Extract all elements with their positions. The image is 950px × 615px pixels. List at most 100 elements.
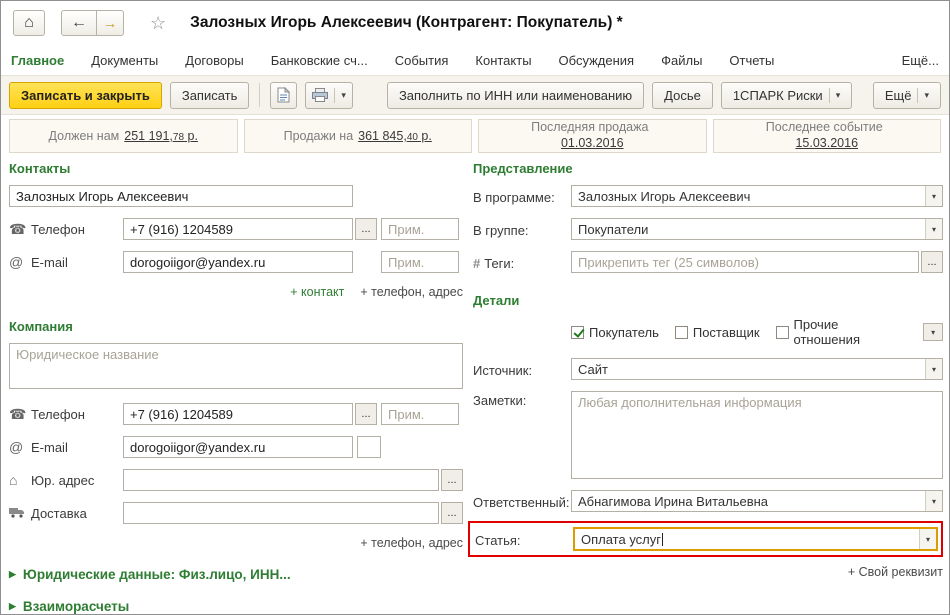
chevron-down-icon[interactable]: ▾ [836, 90, 841, 101]
contact-name-input[interactable] [9, 185, 353, 207]
responsible-combo[interactable]: Абнагимова Ирина Витальевна ▾ [571, 490, 943, 512]
spark-risks-button[interactable]: 1СПАРК Риски ▾ [720, 81, 853, 109]
article-value: Оплата услуг [581, 531, 664, 547]
other-relations-checkbox[interactable]: Прочие отношения [775, 317, 908, 347]
chevron-down-icon[interactable]: ▾ [341, 90, 346, 101]
source-combo[interactable]: Сайт ▾ [571, 358, 943, 380]
house-icon: ⌂ [9, 472, 18, 488]
details-section-header: Детали [473, 293, 520, 308]
add-contact-link[interactable]: + контакт [290, 285, 344, 299]
supplier-checkbox-box[interactable] [674, 325, 688, 339]
create-document-button[interactable] [270, 81, 298, 109]
other-relations-checkbox-box[interactable] [775, 325, 789, 339]
article-row: Статья: Оплата услуг ▾ [475, 527, 938, 551]
favorite-star-button[interactable]: ☆ [144, 12, 172, 35]
tab-main[interactable]: Главное [11, 53, 64, 68]
supplier-checkbox[interactable]: Поставщик [674, 325, 760, 340]
delivery-ellipsis-button[interactable]: ... [441, 502, 463, 524]
add-custom-attribute-link[interactable]: + Свой реквизит [473, 565, 943, 579]
legal-address-input[interactable] [123, 469, 439, 491]
chevron-down-icon[interactable]: ▾ [925, 186, 942, 206]
legal-data-expander-label: Юридические данные: Физ.лицо, ИНН... [22, 567, 291, 582]
more-button[interactable]: Ещё ▾ [872, 81, 941, 109]
in-program-row: В программе: Залозных Игорь Алексеевич ▾ [473, 185, 943, 207]
summary-sales: Продажи на 361 845,40 р. [243, 119, 472, 153]
save-button[interactable]: Записать [169, 81, 250, 109]
print-button[interactable]: ▾ [305, 81, 353, 109]
notes-row: Заметки: [473, 391, 943, 479]
contact-email-input[interactable] [123, 251, 353, 273]
article-combo[interactable]: Оплата услуг ▾ [573, 527, 938, 551]
delivery-input[interactable] [123, 502, 439, 524]
legal-address-ellipsis-button[interactable]: ... [441, 469, 463, 491]
in-program-combo[interactable]: Залозных Игорь Алексеевич ▾ [571, 185, 943, 207]
tab-bar: Главное Документы Договоры Банковские сч… [1, 45, 949, 75]
in-group-value: Покупатели [578, 221, 649, 237]
tab-discussions[interactable]: Обсуждения [559, 53, 635, 68]
contact-email-note-input[interactable] [381, 251, 459, 273]
company-email-label: E-mail [31, 439, 68, 455]
summary-sales-link[interactable]: 361 845,40 р. [358, 129, 432, 143]
company-email-input[interactable] [123, 436, 353, 458]
tab-files[interactable]: Файлы [661, 53, 702, 68]
save-and-close-button[interactable]: Записать и закрыть [9, 81, 162, 109]
tags-input[interactable] [571, 251, 919, 273]
chevron-down-icon[interactable]: ▾ [925, 359, 942, 379]
tab-events[interactable]: События [395, 53, 449, 68]
source-label: Источник: [473, 362, 533, 378]
legal-data-expander[interactable]: ▶ Юридические данные: Физ.лицо, ИНН... [9, 567, 463, 582]
toolbar: Записать и закрыть Записать ▾ Заполнить … [1, 75, 949, 115]
tab-documents[interactable]: Документы [91, 53, 158, 68]
fill-by-inn-button[interactable]: Заполнить по ИНН или наименованию [386, 81, 645, 109]
company-phone-label: Телефон [31, 406, 85, 422]
chevron-down-icon[interactable]: ▾ [919, 529, 936, 549]
tags-ellipsis-button[interactable]: ... [921, 251, 943, 273]
back-arrow-icon: ← [71, 14, 87, 31]
phone-icon: ☎ [9, 405, 27, 422]
summary-last-sale: Последняя продажа 01.03.2016 [478, 119, 707, 153]
tab-contacts[interactable]: Контакты [475, 53, 531, 68]
tab-reports[interactable]: Отчеты [729, 53, 774, 68]
tab-contracts[interactable]: Договоры [185, 53, 243, 68]
contact-phone-note-input[interactable] [381, 218, 459, 240]
contacts-section-header: Контакты [9, 161, 71, 176]
company-phone-note-input[interactable] [381, 403, 459, 425]
summary-last-event-link[interactable]: 15.03.2016 [795, 136, 858, 152]
contact-phone-ellipsis-button[interactable]: ... [355, 218, 377, 240]
other-relations-checkbox-label: Прочие отношения [793, 317, 860, 347]
buyer-checkbox[interactable]: Покупатель [571, 325, 659, 340]
chevron-down-icon[interactable]: ▾ [925, 491, 942, 511]
in-group-combo[interactable]: Покупатели ▾ [571, 218, 943, 240]
tab-more[interactable]: Ещё... [902, 53, 939, 68]
summary-debt-link[interactable]: 251 191,78 р. [124, 129, 198, 143]
add-phone-address-link[interactable]: + телефон, адрес [360, 285, 463, 299]
legal-address-label: Юр. адрес [31, 472, 95, 488]
company-phone-row: ☎ Телефон ... [9, 403, 463, 425]
notes-input[interactable] [571, 391, 943, 479]
forward-button[interactable]: → [96, 10, 124, 36]
buyer-checkbox-box[interactable] [571, 325, 584, 339]
source-value: Сайт [578, 361, 608, 377]
company-phone-input[interactable] [123, 403, 353, 425]
titlebar: ⌂ ← → ☆ Залозных Игорь Алексеевич (Контр… [1, 1, 949, 45]
company-email-note-input[interactable] [357, 436, 381, 458]
contact-phone-input[interactable] [123, 218, 353, 240]
company-legal-name-input[interactable] [9, 343, 463, 389]
company-phone-ellipsis-button[interactable]: ... [355, 403, 377, 425]
chevron-down-icon[interactable]: ▾ [925, 219, 942, 239]
add-phone-address-link[interactable]: + телефон, адрес [360, 536, 463, 550]
contact-links-row: + контакт + телефон, адрес [9, 285, 463, 299]
document-icon [277, 87, 291, 103]
relations-dropdown-button[interactable]: ▾ [923, 323, 943, 341]
star-icon: ☆ [150, 12, 167, 33]
tab-bank-accounts[interactable]: Банковские сч... [271, 53, 368, 68]
settlements-expander[interactable]: ▶ Взаиморасчеты [9, 599, 463, 614]
article-label: Статья: [475, 532, 521, 548]
summary-last-sale-link[interactable]: 01.03.2016 [561, 136, 624, 152]
chevron-down-icon[interactable]: ▾ [924, 90, 929, 101]
legal-address-row: ⌂ Юр. адрес ... [9, 469, 463, 491]
home-button[interactable]: ⌂ [13, 10, 45, 36]
dossier-button[interactable]: Досье [652, 81, 713, 109]
back-button[interactable]: ← [61, 10, 97, 36]
in-program-label: В программе: [473, 189, 555, 205]
